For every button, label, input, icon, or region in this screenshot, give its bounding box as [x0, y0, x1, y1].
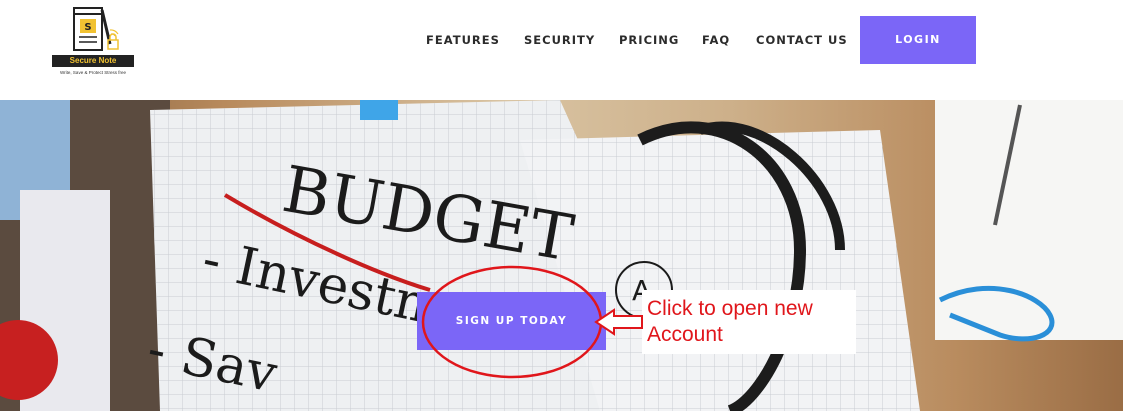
nav-features[interactable]: FEATURES — [426, 16, 500, 64]
hero-background-image: BUDGET - Investment - Sav A — [0, 100, 1123, 411]
nav-faq[interactable]: FAQ — [702, 16, 730, 64]
nav-security[interactable]: SECURITY — [524, 16, 595, 64]
main-nav: FEATURES SECURITY PRICING FAQ CONTACT US… — [0, 16, 1123, 64]
hero-section: BUDGET - Investment - Sav A SIGN UP TODA… — [0, 100, 1123, 411]
annotation-line-2: Account — [647, 323, 723, 346]
logo-tagline: Write, Save & Protect Stress free — [60, 70, 126, 75]
nav-pricing[interactable]: PRICING — [619, 16, 679, 64]
annotation-line-1: Click to open new — [647, 297, 813, 320]
nav-contact-us[interactable]: CONTACT US — [756, 16, 848, 64]
sign-up-today-button[interactable]: SIGN UP TODAY — [417, 292, 606, 350]
site-header: S Secure Note Write, Save & Protect Stre… — [0, 0, 1123, 100]
login-button[interactable]: LOGIN — [860, 16, 976, 64]
annotation-callout: Click to open new Account — [642, 290, 856, 354]
